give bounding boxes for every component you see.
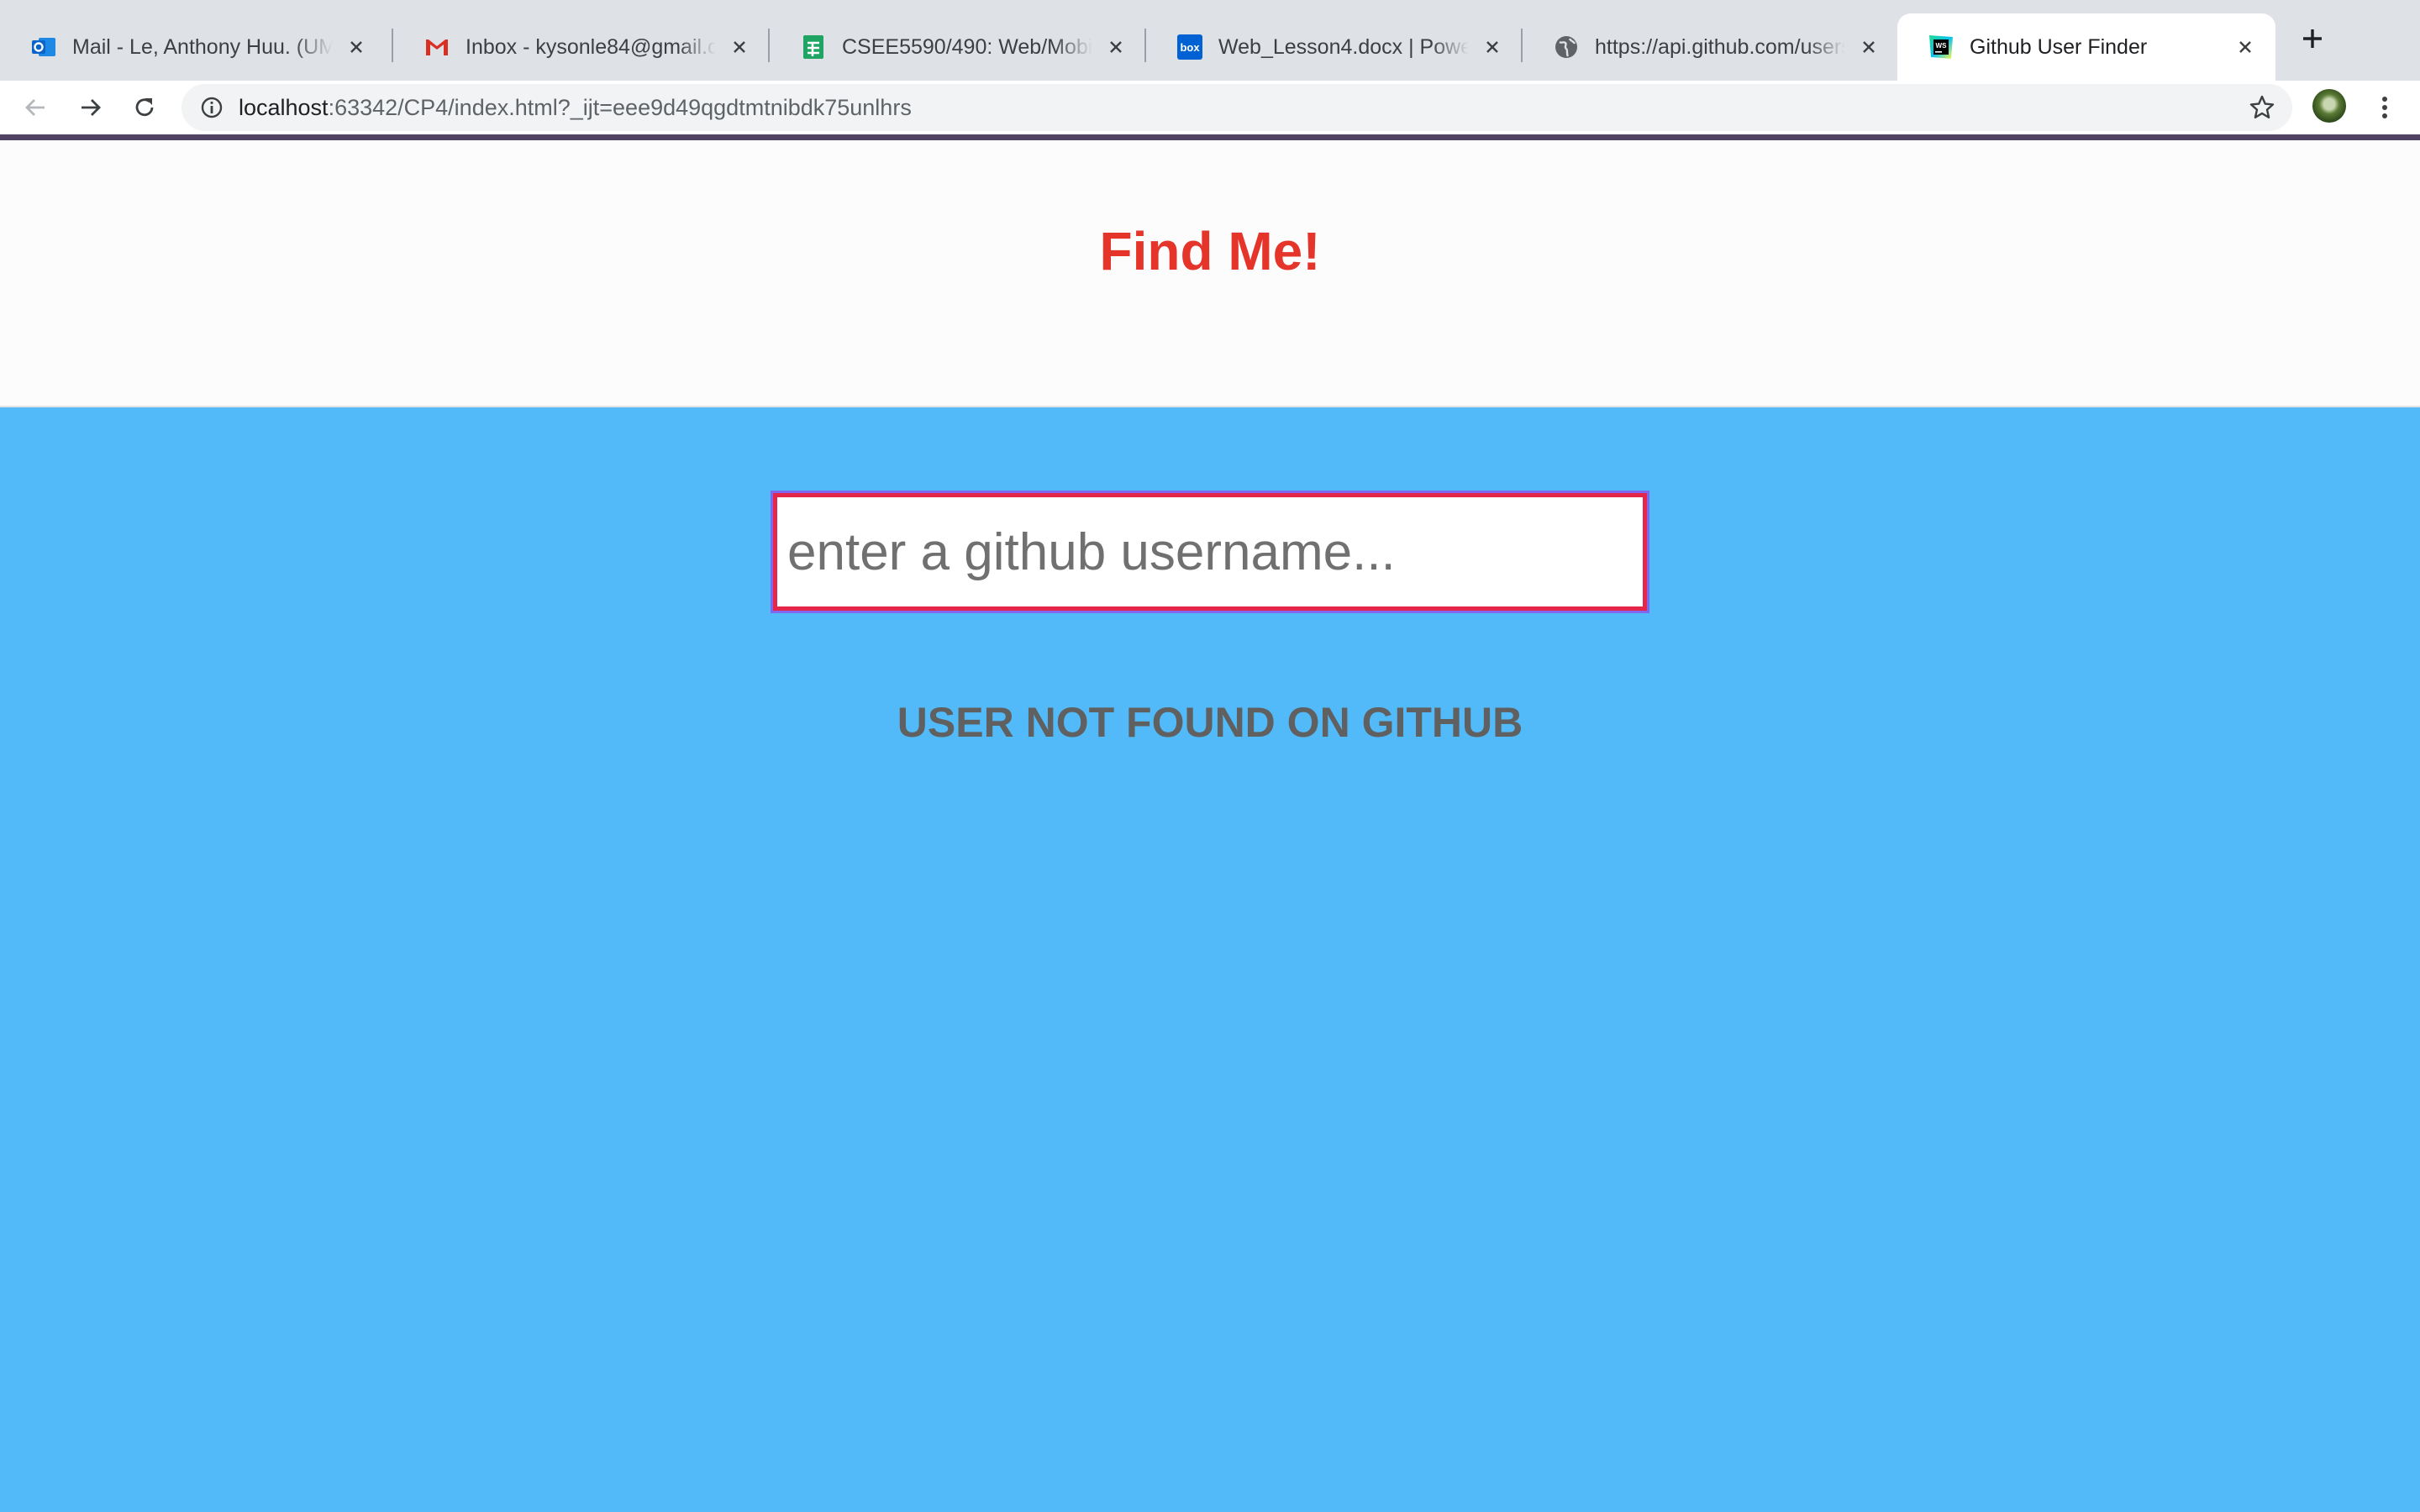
tab-strip: Mail - Le, Anthony Huu. (UMKC-Student) I… bbox=[0, 0, 2420, 81]
tab-title: https://api.github.com/users bbox=[1595, 34, 1845, 59]
tab-gmail-inbox[interactable]: Inbox - kysonle84@gmail.com bbox=[393, 13, 770, 81]
tab-box-document[interactable]: box Web_Lesson4.docx | Powered by Box bbox=[1146, 13, 1523, 81]
page-top-border bbox=[0, 134, 2420, 140]
kebab-menu-icon[interactable] bbox=[2368, 91, 2402, 124]
gmail-icon bbox=[424, 34, 450, 60]
tab-title: Mail - Le, Anthony Huu. (UMKC-Student) bbox=[72, 34, 333, 59]
svg-text:box: box bbox=[1180, 41, 1200, 54]
sheets-icon bbox=[800, 34, 827, 60]
page-body: USER NOT FOUND ON GITHUB bbox=[0, 407, 2420, 1512]
browser-toolbar: localhost:63342/CP4/index.html?_ijt=eee9… bbox=[0, 81, 2420, 134]
github-username-input[interactable] bbox=[771, 491, 1649, 613]
tab-title: CSEE5590/490: Web/Mobile bbox=[842, 34, 1092, 59]
page-header: Find Me! bbox=[0, 140, 2420, 407]
status-message: USER NOT FOUND ON GITHUB bbox=[897, 699, 1523, 746]
tab-github-api[interactable]: https://api.github.com/users bbox=[1523, 13, 1899, 81]
reload-button[interactable] bbox=[128, 91, 161, 124]
forward-button[interactable] bbox=[74, 91, 108, 124]
tab-title: Github User Finder bbox=[1970, 34, 2148, 59]
back-button[interactable] bbox=[18, 91, 52, 124]
url-path: :63342/CP4/index.html?_ijt=eee9d49qgdtmt… bbox=[328, 95, 912, 120]
reload-icon bbox=[135, 98, 154, 117]
plus-icon bbox=[2303, 29, 2322, 48]
tab-title: Inbox - kysonle84@gmail.com bbox=[466, 34, 716, 59]
close-tab-icon[interactable] bbox=[2232, 34, 2259, 60]
url-text[interactable]: localhost:63342/CP4/index.html?_ijt=eee9… bbox=[239, 84, 912, 131]
bookmark-star-icon[interactable] bbox=[2247, 92, 2277, 123]
outlook-icon bbox=[30, 34, 57, 60]
profile-avatar[interactable] bbox=[2312, 89, 2346, 123]
tab-github-user-finder[interactable]: WS Github User Finder bbox=[1897, 13, 2275, 81]
close-tab-icon[interactable] bbox=[1479, 34, 1506, 60]
url-host: localhost bbox=[239, 95, 329, 120]
close-tab-icon[interactable] bbox=[343, 34, 370, 60]
tab-outlook-mail[interactable]: Mail - Le, Anthony Huu. (UMKC-Student) bbox=[0, 13, 387, 81]
close-tab-icon[interactable] bbox=[1855, 34, 1882, 60]
box-icon: box bbox=[1176, 34, 1203, 60]
svg-text:WS: WS bbox=[1936, 42, 1948, 50]
page-title: Find Me! bbox=[1099, 221, 1321, 281]
arrow-left-icon bbox=[25, 99, 45, 116]
info-icon[interactable] bbox=[198, 94, 225, 121]
tab-title: Web_Lesson4.docx | Powered by Box bbox=[1218, 34, 1469, 59]
webstorm-icon: WS bbox=[1928, 34, 1954, 60]
globe-icon bbox=[1553, 34, 1580, 60]
browser-window: Mail - Le, Anthony Huu. (UMKC-Student) I… bbox=[0, 0, 2420, 1512]
close-tab-icon[interactable] bbox=[726, 34, 753, 60]
arrow-right-icon bbox=[82, 99, 101, 116]
new-tab-button[interactable] bbox=[2296, 22, 2329, 55]
close-tab-icon[interactable] bbox=[1102, 34, 1129, 60]
tab-google-sheets[interactable]: CSEE5590/490: Web/Mobile bbox=[770, 13, 1146, 81]
address-bar[interactable]: localhost:63342/CP4/index.html?_ijt=eee9… bbox=[182, 84, 2292, 131]
